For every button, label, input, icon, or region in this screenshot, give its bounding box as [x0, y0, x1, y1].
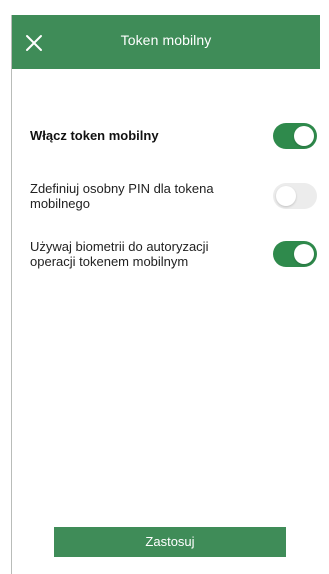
header-bar: Token mobilny — [12, 15, 320, 69]
frame-right — [320, 15, 329, 574]
toggle-biometrics-switch[interactable] — [273, 241, 317, 267]
setting-label-biometrics: Używaj biometrii do autoryzacji operacji… — [30, 239, 209, 269]
toggle-token-switch[interactable] — [273, 123, 317, 149]
frame-top — [0, 0, 329, 15]
setting-row-pin: Zdefiniuj osobny PIN dla tokena mobilneg… — [12, 173, 320, 221]
apply-button[interactable]: Zastosuj — [54, 527, 286, 557]
setting-row-biometrics: Używaj biometrii do autoryzacji operacji… — [12, 231, 320, 279]
toggle-knob — [294, 126, 314, 146]
toggle-pin-switch[interactable] — [273, 183, 317, 209]
screen: Token mobilny Włącz token mobilny Zdefin… — [0, 0, 329, 574]
frame-left — [0, 15, 11, 574]
page-title: Token mobilny — [120, 32, 212, 48]
toggle-knob — [276, 186, 296, 206]
setting-label-pin: Zdefiniuj osobny PIN dla tokena mobilneg… — [30, 181, 214, 211]
setting-row-token: Włącz token mobilny — [12, 113, 320, 161]
toggle-knob — [294, 244, 314, 264]
token-settings-view: Token mobilny Włącz token mobilny Zdefin… — [11, 15, 320, 574]
setting-label-token: Włącz token mobilny — [30, 128, 159, 143]
